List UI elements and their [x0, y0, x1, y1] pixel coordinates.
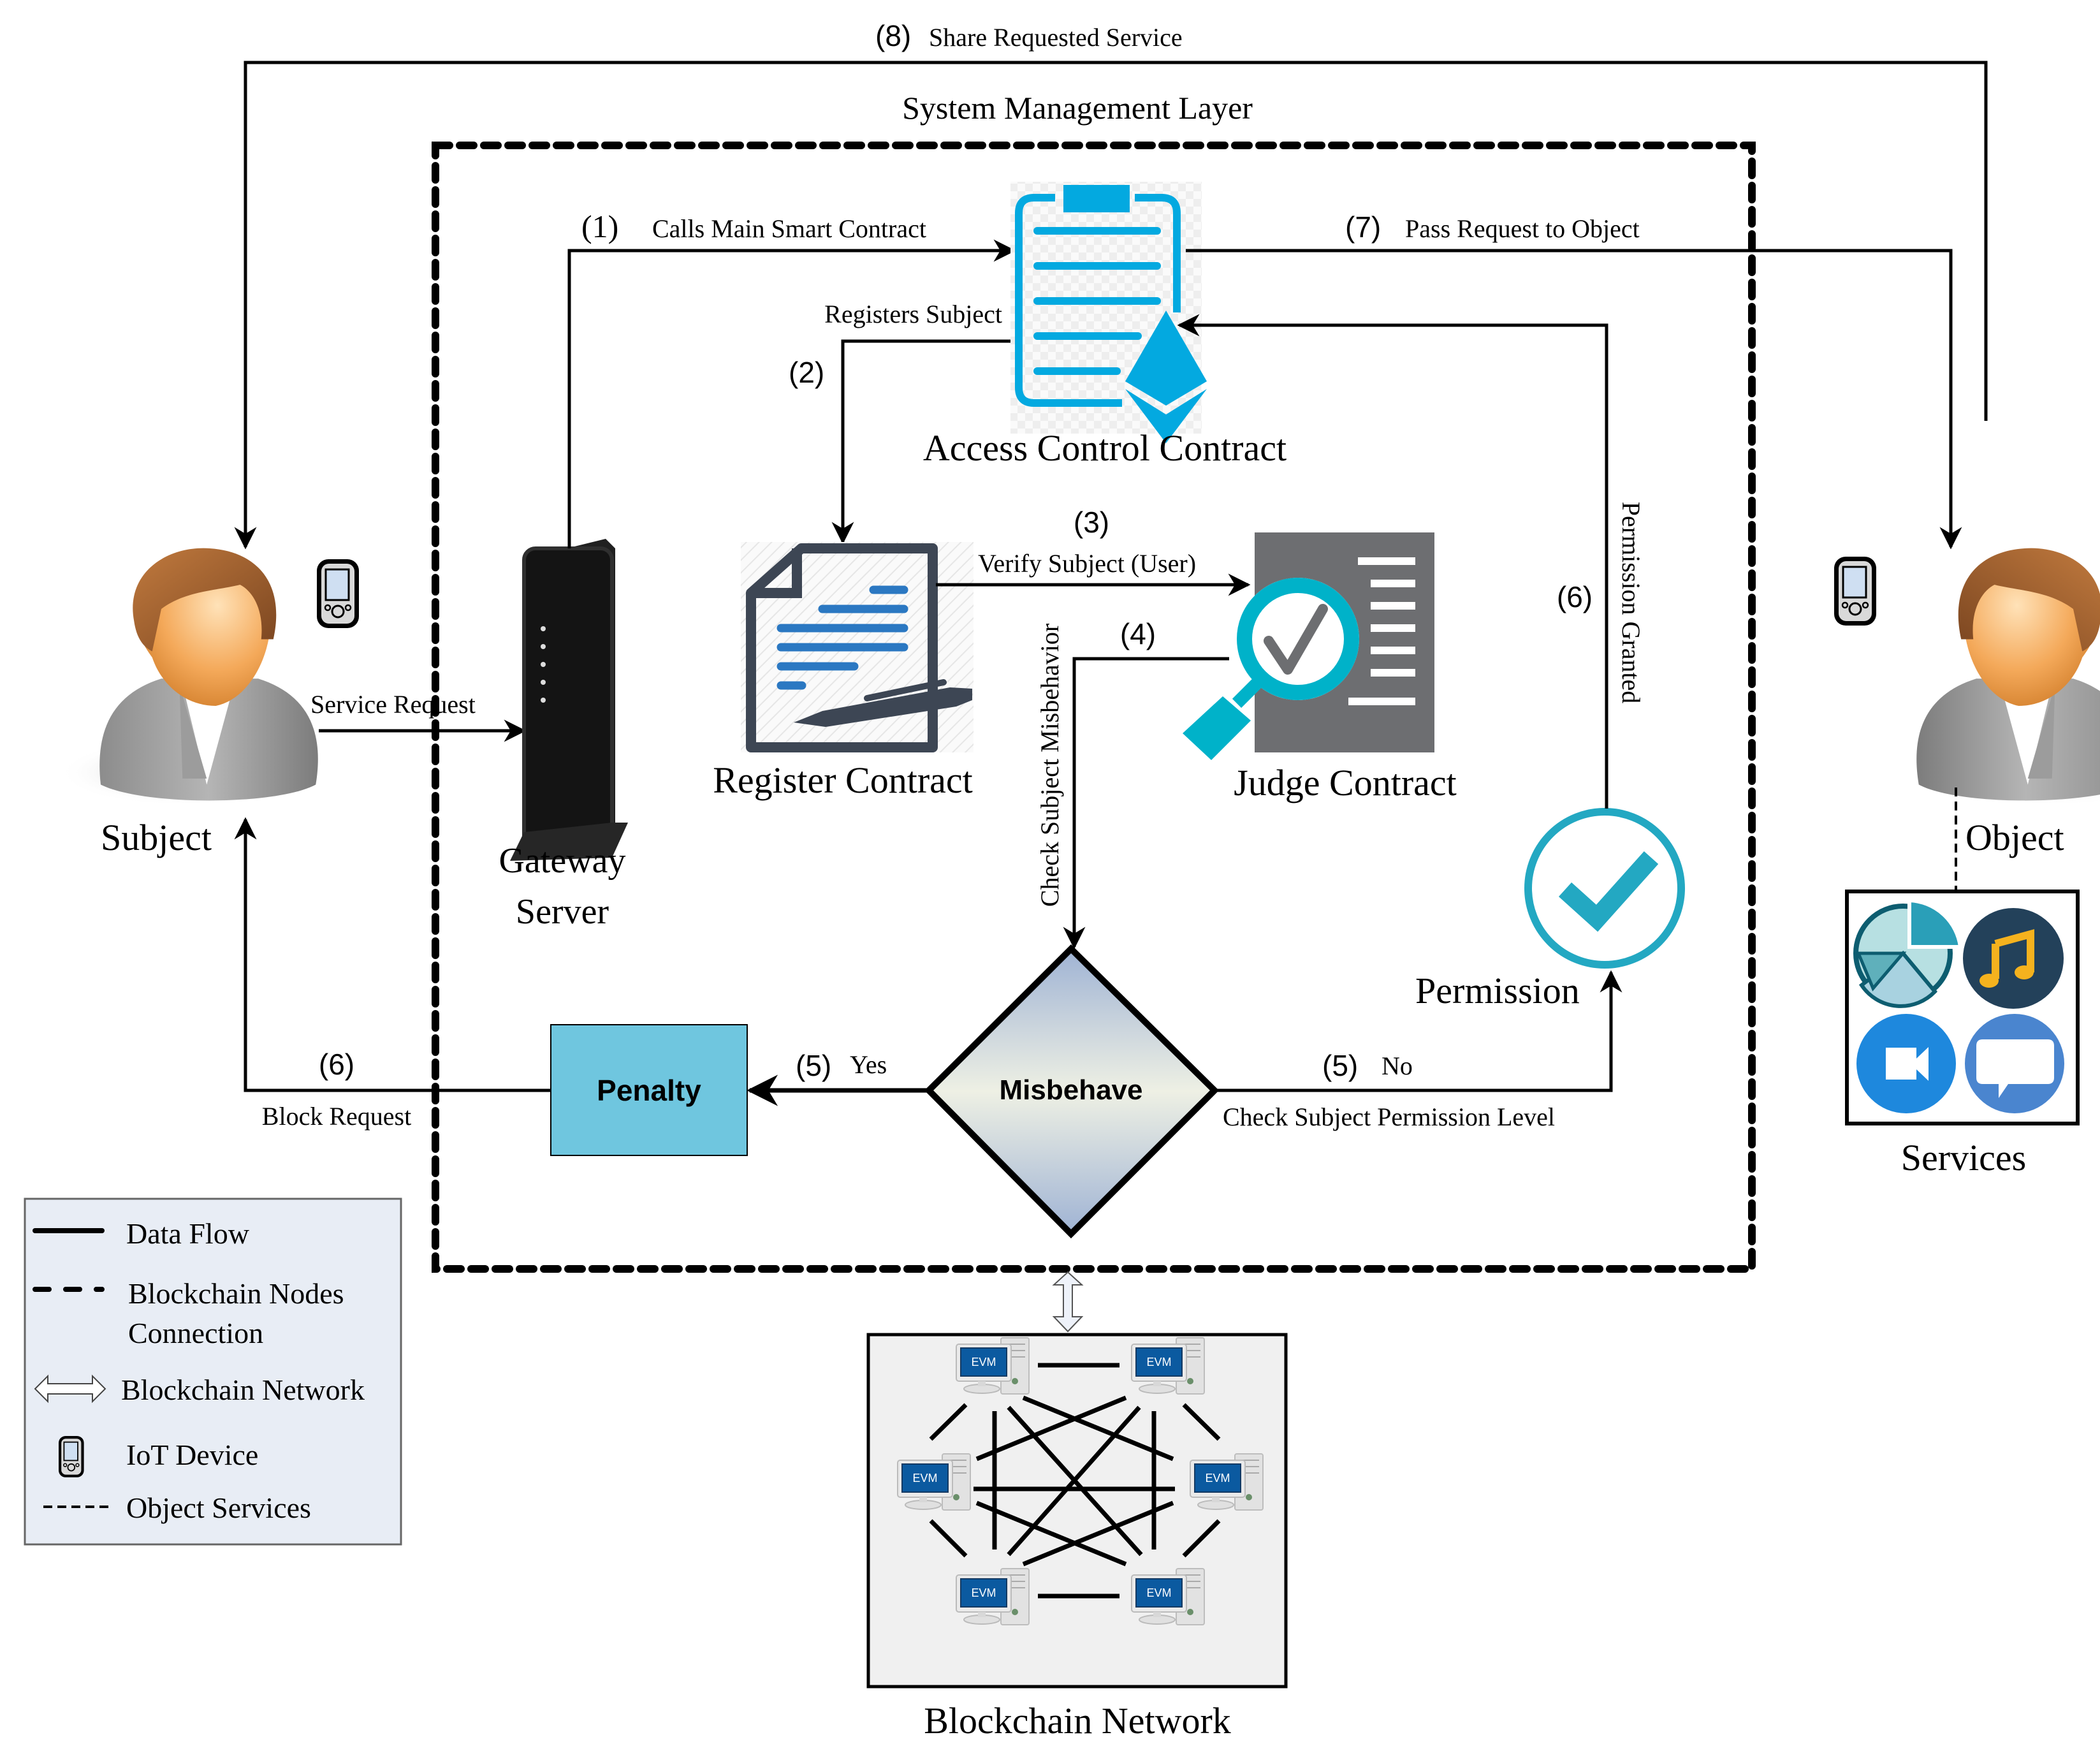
- gateway-server-icon: [510, 539, 628, 861]
- flow-7-line: [1186, 249, 1962, 550]
- svg-text:EVM: EVM: [1205, 1472, 1230, 1484]
- subject-avatar: [58, 548, 318, 806]
- flow-5-no-label: No: [1382, 1051, 1413, 1080]
- flow-5-yes-number: (5): [796, 1049, 831, 1082]
- legend-iot-device-label: IoT Device: [126, 1439, 258, 1471]
- flow-3-label: Verify Subject (User): [978, 549, 1196, 578]
- flow-5-no-number: (5): [1322, 1049, 1358, 1082]
- diagram-svg: (8) Share Requested Service System Manag…: [24, 19, 2100, 1741]
- svg-text:EVM: EVM: [1146, 1586, 1171, 1599]
- legend-data-flow-label: Data Flow: [126, 1217, 250, 1250]
- legend-blockchain-network-label: Blockchain Network: [121, 1374, 365, 1406]
- chat-service-icon: [1965, 1014, 2064, 1113]
- flow-8-label: Share Requested Service: [929, 23, 1183, 52]
- flow-6-block-number: (6): [319, 1048, 354, 1081]
- permission-check-icon: [1524, 808, 1685, 969]
- svg-text:EVM: EVM: [1146, 1356, 1171, 1368]
- flow-1-line: [567, 239, 1016, 548]
- judge-contract-icon: [1183, 532, 1434, 760]
- services-label: Services: [1901, 1137, 2027, 1178]
- legend-iot-device-icon: [58, 1435, 85, 1478]
- permission-label: Permission: [1415, 970, 1580, 1011]
- subject-label: Subject: [101, 817, 212, 858]
- flow-7-label: Pass Request to Object: [1405, 214, 1640, 243]
- flow-5-no-sublabel: Check Subject Permission Level: [1223, 1103, 1555, 1131]
- blockchain-network-label: Blockchain Network: [924, 1700, 1231, 1741]
- flow-3-number: (3): [1074, 506, 1109, 539]
- object-iot-device-icon: [1833, 555, 1878, 627]
- flow-4-number: (4): [1120, 617, 1156, 650]
- legend-nodes-connection-label: Blockchain Nodes: [128, 1277, 344, 1310]
- flow-8-number: (8): [875, 19, 911, 52]
- flow-6-grant-label: Permission Granted: [1617, 502, 1645, 704]
- flow-5-yes-label: Yes: [850, 1050, 887, 1079]
- music-service-icon: [1963, 908, 2064, 1009]
- blockchain-link-arrow: [1052, 1271, 1084, 1333]
- flow-1-number: (1): [581, 209, 618, 244]
- flow-4-label: Check Subject Misbehavior: [1035, 624, 1064, 907]
- flow-7-number: (7): [1345, 210, 1381, 244]
- flow-1-label: Calls Main Smart Contract: [652, 214, 926, 243]
- register-contract-label: Register Contract: [713, 759, 973, 801]
- flow-4-line: [1063, 657, 1229, 949]
- service-request-label: Service Request: [310, 690, 476, 719]
- legend-object-services-label: Object Services: [126, 1491, 311, 1524]
- gateway-label-line2: Server: [516, 892, 609, 932]
- svg-text:EVM: EVM: [971, 1356, 996, 1368]
- judge-contract-label: Judge Contract: [1234, 762, 1457, 803]
- penalty-label: Penalty: [597, 1074, 701, 1107]
- flow-2-number: (2): [789, 356, 824, 389]
- gateway-label-line1: Gateway: [499, 841, 625, 881]
- system-layer-title: System Management Layer: [902, 90, 1253, 126]
- access-control-contract-label: Access Control Contract: [923, 427, 1287, 469]
- access-control-contract-icon: [1010, 182, 1207, 443]
- blockchain-network-box: [866, 1333, 1288, 1689]
- flow-6-block-label: Block Request: [262, 1102, 411, 1131]
- legend-nodes-connection-label-2: Connection: [128, 1317, 263, 1349]
- flow-6-grant-number: (6): [1557, 580, 1593, 613]
- svg-text:EVM: EVM: [912, 1472, 937, 1484]
- svg-text:EVM: EVM: [971, 1586, 996, 1599]
- object-label: Object: [1965, 817, 2064, 858]
- object-avatar: [1916, 548, 2100, 806]
- flow-2-label: Registers Subject: [824, 300, 1002, 328]
- register-contract-icon: [741, 542, 973, 752]
- subject-iot-device-icon: [316, 558, 360, 629]
- misbehave-label: Misbehave: [1000, 1074, 1143, 1106]
- diagram-canvas: (8) Share Requested Service System Manag…: [0, 0, 2100, 1751]
- video-service-icon: [1856, 1014, 1956, 1113]
